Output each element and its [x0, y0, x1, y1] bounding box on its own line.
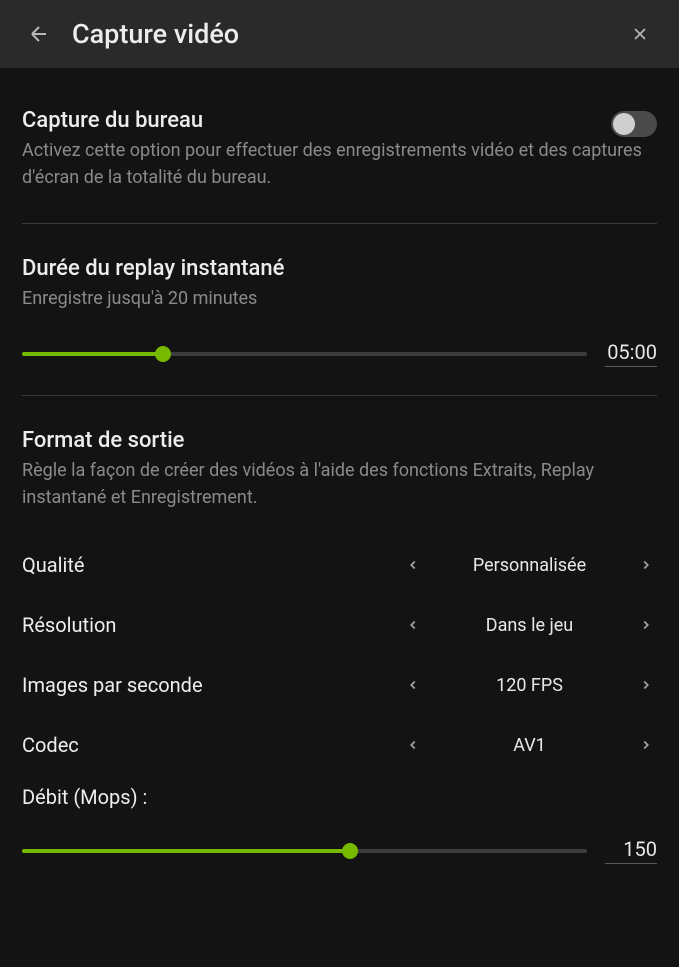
resolution-value: Dans le jeu — [432, 615, 627, 636]
resolution-prev-button[interactable] — [402, 614, 424, 636]
chevron-right-icon — [639, 678, 653, 692]
fps-row: Images par seconde 120 FPS — [22, 655, 657, 715]
instant-replay-desc: Enregistre jusqu'à 20 minutes — [22, 285, 657, 312]
slider-thumb[interactable] — [342, 843, 358, 859]
fps-prev-button[interactable] — [402, 674, 424, 696]
divider — [22, 395, 657, 396]
quality-selector: Personnalisée — [402, 554, 657, 576]
codec-next-button[interactable] — [635, 734, 657, 756]
output-format-desc: Règle la façon de créer des vidéos à l'a… — [22, 457, 657, 511]
chevron-right-icon — [639, 558, 653, 572]
close-button[interactable] — [625, 19, 655, 49]
back-button[interactable] — [24, 19, 54, 49]
close-icon — [630, 24, 650, 44]
fps-value: 120 FPS — [432, 675, 627, 696]
codec-label: Codec — [22, 733, 79, 757]
quality-label: Qualité — [22, 553, 85, 577]
quality-prev-button[interactable] — [402, 554, 424, 576]
codec-selector: AV1 — [402, 734, 657, 756]
chevron-left-icon — [406, 738, 420, 752]
fps-selector: 120 FPS — [402, 674, 657, 696]
instant-replay-value[interactable]: 05:00 — [605, 340, 657, 367]
bitrate-value[interactable]: 150 — [605, 837, 657, 864]
resolution-row: Résolution Dans le jeu — [22, 595, 657, 655]
chevron-left-icon — [406, 618, 420, 632]
toggle-knob — [613, 113, 635, 135]
bitrate-label: Débit (Mops) : — [22, 785, 657, 809]
slider-fill — [22, 849, 350, 853]
quality-value: Personnalisée — [432, 555, 627, 576]
desktop-capture-desc: Activez cette option pour effectuer des … — [22, 137, 657, 191]
header: Capture vidéo — [0, 0, 679, 68]
chevron-right-icon — [639, 738, 653, 752]
quality-next-button[interactable] — [635, 554, 657, 576]
desktop-capture-title: Capture du bureau — [22, 108, 611, 133]
instant-replay-section: Durée du replay instantané Enregistre ju… — [22, 256, 657, 367]
instant-replay-slider[interactable] — [22, 352, 587, 356]
fps-next-button[interactable] — [635, 674, 657, 696]
output-format-section: Format de sortie Règle la façon de créer… — [22, 428, 657, 511]
desktop-capture-section: Capture du bureau Activez cette option p… — [22, 108, 657, 191]
instant-replay-title: Durée du replay instantané — [22, 256, 657, 281]
codec-row: Codec AV1 — [22, 715, 657, 775]
divider — [22, 223, 657, 224]
chevron-left-icon — [406, 558, 420, 572]
resolution-label: Résolution — [22, 613, 116, 637]
back-arrow-icon — [27, 22, 51, 46]
quality-row: Qualité Personnalisée — [22, 535, 657, 595]
fps-label: Images par seconde — [22, 673, 203, 697]
codec-prev-button[interactable] — [402, 734, 424, 756]
chevron-right-icon — [639, 618, 653, 632]
bitrate-slider[interactable] — [22, 849, 587, 853]
resolution-next-button[interactable] — [635, 614, 657, 636]
resolution-selector: Dans le jeu — [402, 614, 657, 636]
slider-fill — [22, 352, 163, 356]
slider-thumb[interactable] — [155, 346, 171, 362]
desktop-capture-toggle[interactable] — [611, 111, 657, 137]
page-title: Capture vidéo — [72, 18, 625, 50]
bitrate-section: Débit (Mops) : 150 — [22, 785, 657, 864]
codec-value: AV1 — [432, 735, 627, 756]
output-format-title: Format de sortie — [22, 428, 657, 453]
chevron-left-icon — [406, 678, 420, 692]
content: Capture du bureau Activez cette option p… — [0, 68, 679, 912]
